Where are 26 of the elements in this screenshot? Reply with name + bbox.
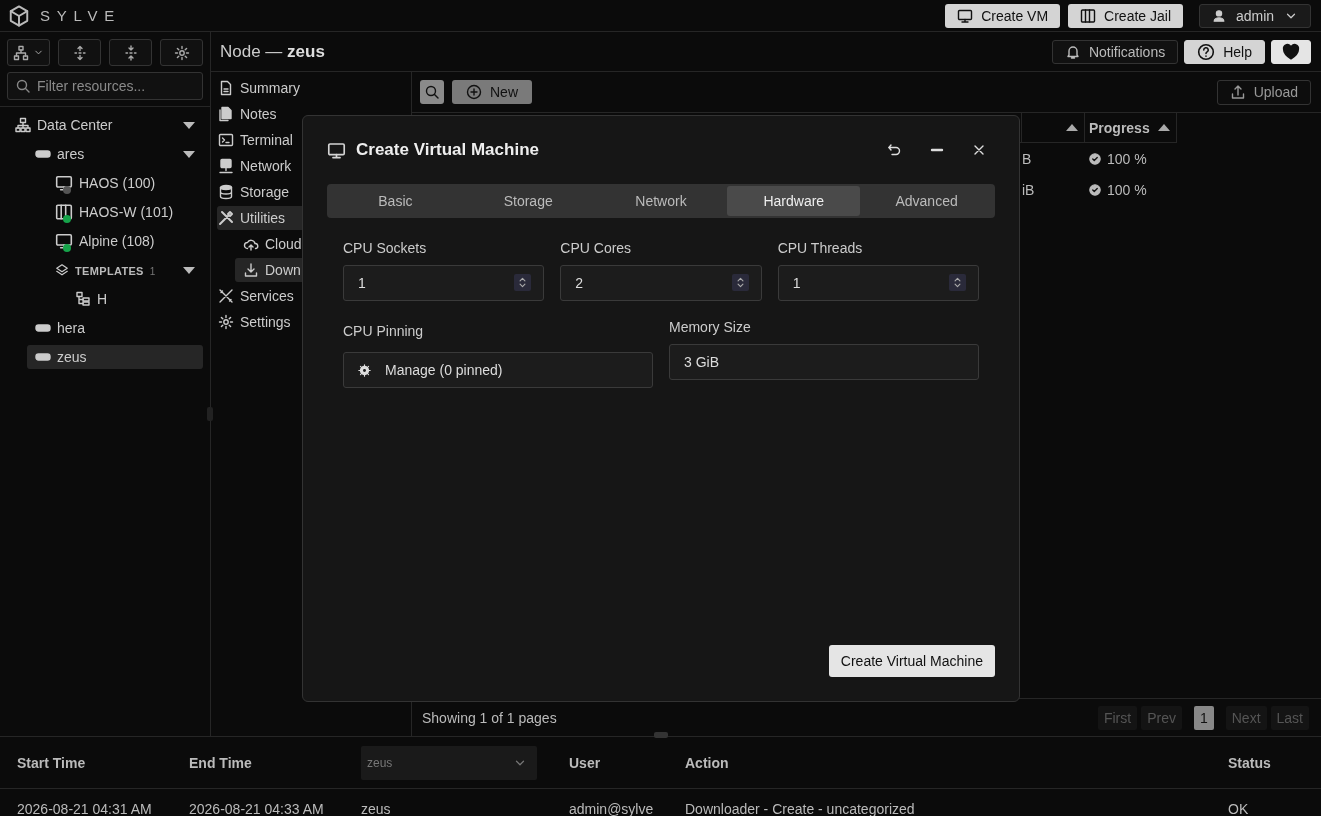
template-count: 1 xyxy=(149,266,156,277)
field-label: Memory Size xyxy=(669,319,752,335)
progress-text: 100 % xyxy=(1107,150,1147,167)
page-summary: Showing 1 of 1 pages xyxy=(422,709,557,726)
table-cell: admin@sylve xyxy=(569,801,654,816)
field-label: CPU Pinning xyxy=(343,323,425,339)
logo-text: SYLVE xyxy=(40,7,121,24)
node-title: Node — zeus xyxy=(220,41,325,62)
column-header: Status xyxy=(1228,754,1271,771)
table-cell: 2026-08-21 04:33 AM xyxy=(189,801,324,816)
table-cell: zeus xyxy=(361,801,391,816)
progress-text: 100 % xyxy=(1107,181,1147,198)
column-header: End Time xyxy=(189,754,252,771)
table-cell: B xyxy=(1022,150,1032,167)
table-cell: OK xyxy=(1228,801,1249,816)
table-cell: Downloader - Create - uncategorized xyxy=(685,801,915,816)
column-header: Action xyxy=(685,754,729,771)
dialog-title: Create Virtual Machine xyxy=(356,140,540,160)
field-label: CPU Cores xyxy=(560,240,633,256)
field-label: CPU Sockets xyxy=(343,240,428,256)
table-cell: iB xyxy=(1022,181,1035,198)
column-header: Start Time xyxy=(17,754,86,771)
column-header: User xyxy=(569,754,601,771)
table-cell: 2026-08-21 04:31 AM xyxy=(17,801,152,816)
field-label: CPU Threads xyxy=(777,240,864,256)
templates-label: TEMPLATES xyxy=(75,265,144,277)
